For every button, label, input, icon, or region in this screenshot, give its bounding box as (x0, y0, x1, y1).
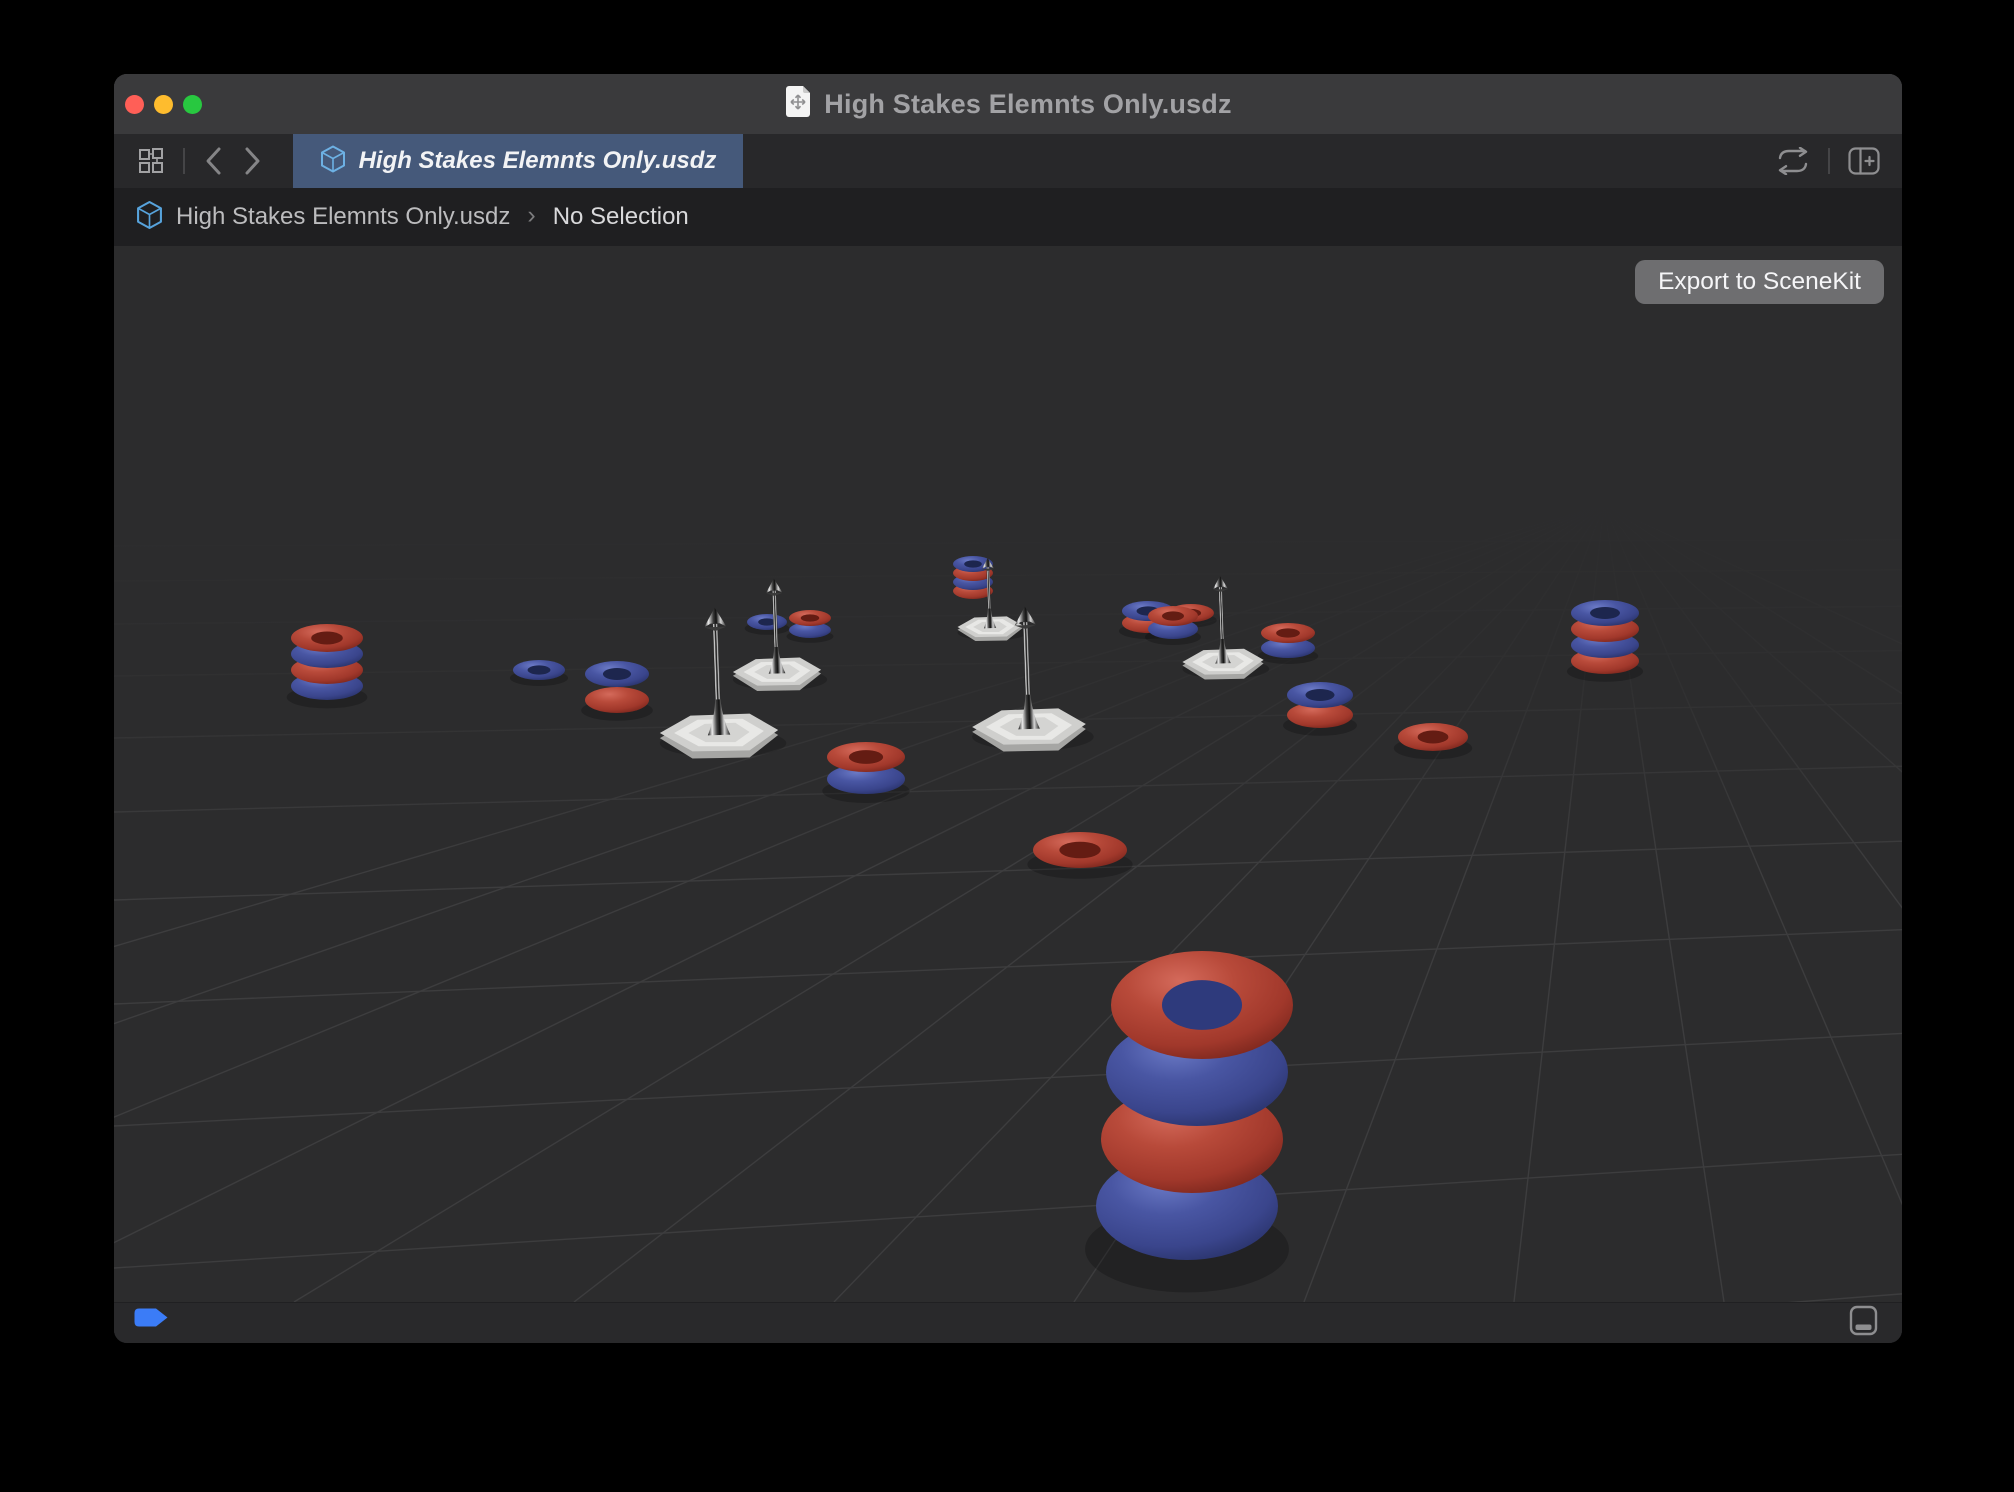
ring-stack (287, 624, 368, 708)
scene-graph-toggle[interactable] (134, 1308, 168, 1332)
bottom-bar (114, 1302, 1902, 1343)
ring (1394, 723, 1472, 759)
add-editor-split-icon[interactable] (1840, 134, 1888, 188)
titlebar[interactable]: High Stakes Elemnts Only.usdz (114, 74, 1902, 134)
window-title-area: High Stakes Elemnts Only.usdz (114, 74, 1902, 134)
back-chevron-icon[interactable] (195, 134, 233, 188)
ring (1027, 832, 1132, 879)
export-scenekit-button[interactable]: Export to SceneKit (1635, 260, 1884, 304)
forward-chevron-icon[interactable] (233, 134, 271, 188)
ring-stack (1145, 606, 1201, 645)
show-bottom-panel-icon[interactable] (1849, 1305, 1878, 1341)
editor-controls (1768, 134, 1888, 188)
ring (745, 614, 790, 635)
swap-editors-icon[interactable] (1768, 134, 1818, 188)
desktop-background: High Stakes Elemnts Only.usdz (0, 0, 2014, 1492)
usdz-document-icon (784, 85, 812, 123)
jump-bar: High Stakes Elemnts Only.usdz › No Selec… (114, 188, 1902, 246)
3d-viewport[interactable]: Export to SceneKit (114, 246, 1902, 1302)
overview-grid-icon[interactable] (130, 134, 173, 188)
breadcrumb-file[interactable]: High Stakes Elemnts Only.usdz (176, 203, 510, 231)
cube-3d-icon (320, 145, 346, 178)
ring-stack (1283, 682, 1357, 736)
window-title: High Stakes Elemnts Only.usdz (824, 89, 1231, 120)
separator (183, 148, 185, 174)
3d-scene (114, 246, 1902, 1302)
cube-3d-icon-breadcrumb (136, 200, 163, 235)
big-ring-stack (1085, 951, 1293, 1292)
document-tab[interactable]: High Stakes Elemnts Only.usdz (293, 134, 743, 188)
ring-stack (822, 742, 909, 803)
breadcrumb-selection[interactable]: No Selection (553, 203, 689, 231)
ring (510, 660, 568, 686)
tab-label: High Stakes Elemnts Only.usdz (359, 147, 717, 175)
tab-controls (114, 134, 271, 188)
ring-stack (1258, 623, 1318, 664)
breadcrumb-separator: › (523, 201, 539, 233)
tab-bar: High Stakes Elemnts Only.usdz (114, 134, 1902, 188)
ring-stack (1567, 600, 1643, 682)
ring-stack (786, 610, 833, 643)
separator (1828, 148, 1830, 174)
usdz-viewer-window: High Stakes Elemnts Only.usdz (114, 74, 1902, 1343)
